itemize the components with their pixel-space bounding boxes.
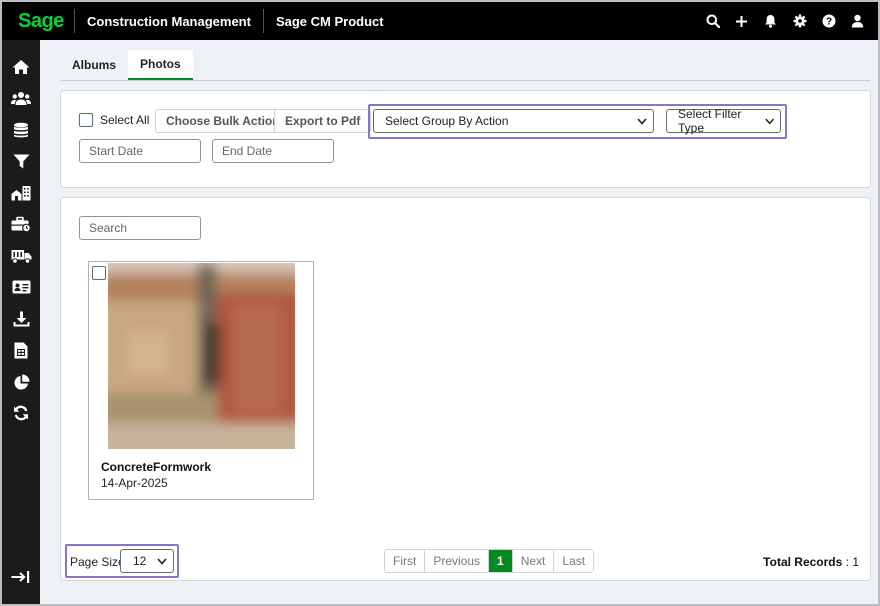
sage-logo[interactable]: Sage [2,10,74,33]
search-input[interactable]: Search [79,216,201,240]
bell-icon[interactable] [756,2,785,40]
choose-bulk-action-button[interactable]: Choose Bulk Action [155,109,291,133]
tabs-divider [60,80,870,81]
photo-date: 14-Apr-2025 [101,476,168,490]
group-by-select[interactable]: Select Group By Action [373,109,654,133]
first-page-button[interactable]: First [385,550,426,572]
next-page-button[interactable]: Next [512,550,555,572]
top-bar: Sage Construction Management Sage CM Pro… [2,2,878,40]
total-records: Total Records : 1 [763,555,859,569]
pagination: First Previous 1 Next Last [384,549,595,573]
collapse-icon[interactable] [2,565,40,589]
current-page-button[interactable]: 1 [489,550,513,572]
app-name: Construction Management [87,13,251,29]
photo-thumbnail[interactable] [108,263,295,449]
filter-type-value: Select Filter Type [678,107,742,135]
buildings-icon[interactable] [2,181,40,205]
id-card-icon[interactable] [2,275,40,299]
chevron-down-icon [765,118,774,125]
gear-icon[interactable] [785,2,814,40]
toolbox-icon[interactable] [2,212,40,236]
photo-card[interactable]: ConcreteFormwork 14-Apr-2025 [88,261,314,500]
tab-bar: Albums Photos [60,50,193,80]
download-icon[interactable] [2,307,40,331]
search-icon[interactable] [698,2,727,40]
top-icons: ? [698,2,878,40]
tab-photos[interactable]: Photos [128,50,193,80]
photo-image [108,263,295,449]
chevron-down-icon [637,117,647,125]
export-to-pdf-button[interactable]: Export to Pdf [274,109,372,133]
users-icon[interactable] [2,86,40,110]
last-page-button[interactable]: Last [554,550,594,572]
gallery-panel: Search ConcreteFormwork 14-Apr-2025 Page… [60,197,871,581]
home-icon[interactable] [2,55,40,79]
help-icon[interactable]: ? [814,2,843,40]
filter-panel: Select All Choose Bulk Action Export to … [60,90,871,188]
svg-text:?: ? [825,17,831,28]
select-all-checkbox[interactable] [79,113,93,127]
page-size-value: 12 [133,554,147,568]
sync-icon[interactable] [2,401,40,425]
plus-icon[interactable] [727,2,756,40]
chevron-down-icon [157,557,167,565]
photo-checkbox[interactable] [92,266,106,280]
database-icon[interactable] [2,118,40,142]
page-size-label: Page Size [70,555,125,569]
pie-chart-icon[interactable] [2,370,40,394]
filter-icon[interactable] [2,149,40,173]
total-records-value: 1 [852,555,859,569]
select-all[interactable]: Select All [79,113,149,127]
total-records-label: Total Records [763,555,843,569]
group-by-value: Select Group By Action [385,114,509,128]
filter-type-select[interactable]: Select Filter Type [666,107,781,135]
main-content: Albums Photos Select All Choose Bulk Act… [40,40,878,604]
page-size-select[interactable]: 12 [120,549,174,573]
sidebar [2,40,40,604]
select-all-label: Select All [100,113,150,127]
previous-page-button[interactable]: Previous [425,550,490,572]
product-name: Sage CM Product [275,13,384,29]
total-records-separator: : [842,555,853,569]
user-icon[interactable] [843,2,872,40]
tab-albums[interactable]: Albums [60,50,128,80]
truck-icon[interactable] [2,244,40,268]
app-window: Sage Construction Management Sage CM Pro… [0,0,880,606]
spreadsheet-icon[interactable] [2,338,40,362]
end-date-input[interactable]: End Date [212,139,334,163]
start-date-input[interactable]: Start Date [79,139,201,163]
photo-title: ConcreteFormwork [101,460,212,474]
